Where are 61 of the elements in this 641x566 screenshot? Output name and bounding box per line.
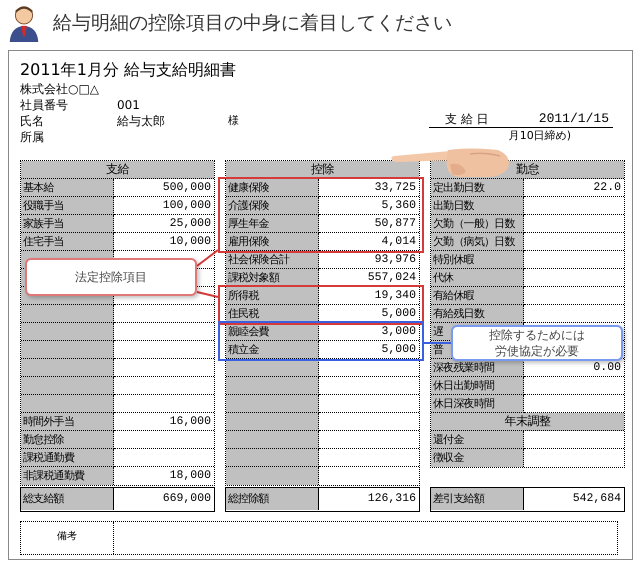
- table-cell: 住宅手当: [21, 233, 114, 251]
- pay-date-value: 2011/1/15: [538, 111, 609, 127]
- leader-line: [424, 342, 451, 344]
- table-cell: 22.0: [524, 179, 624, 197]
- table-cell: 代休: [431, 269, 524, 287]
- table-cell: 積立金: [226, 341, 319, 359]
- table-cell: 深夜残業時間: [431, 359, 524, 377]
- table-cell: 非課税通勤費: [21, 467, 114, 485]
- table-cell: 出勤日数: [431, 197, 524, 215]
- table-cell: 所得税: [226, 287, 319, 305]
- table-cell: 徴収金: [431, 449, 524, 467]
- table-cell: 課税通勤費: [21, 449, 114, 467]
- page-title: 給与明細の控除項目の中身に着目してください: [53, 11, 452, 36]
- table-cell: 健康保険: [226, 179, 319, 197]
- table-cell: 50,877: [319, 215, 419, 233]
- field-label: 社員番号: [20, 97, 69, 113]
- table-cell: 定出勤日数: [431, 179, 524, 197]
- table-cell: 5,000: [319, 341, 419, 359]
- table-cell: 16,000: [114, 413, 214, 431]
- table-cell: 特別休暇: [431, 251, 524, 269]
- pay-date-label: 支 給 日: [445, 111, 489, 127]
- company-name: 株式会社○□△: [20, 81, 100, 97]
- table-cell: 4,014: [319, 233, 419, 251]
- table-cell: 家族手当: [21, 215, 114, 233]
- table-cell: 介護保険: [226, 197, 319, 215]
- table-cell: 有給残日数: [431, 305, 524, 323]
- document-title: 2011年1月分 給与支給明細書: [20, 59, 237, 81]
- table-cell: 厚生年金: [226, 215, 319, 233]
- table-cell: 5,360: [319, 197, 419, 215]
- table-cell: 総控除額: [226, 488, 319, 510]
- table-cell: 雇用保険: [226, 233, 319, 251]
- table-cell: 有給休暇: [431, 287, 524, 305]
- table-cell: 休日出勤時間: [431, 377, 524, 395]
- field-value: 001: [117, 97, 141, 113]
- table-header: 支給: [21, 161, 214, 179]
- table-cell: 還付金: [431, 431, 524, 449]
- table-cell: 欠勤（病気）日数: [431, 233, 524, 251]
- leader-line: [196, 249, 219, 267]
- field-label: 所属: [20, 129, 45, 145]
- table-header: 年末調整: [431, 413, 624, 431]
- table-cell: 19,340: [319, 287, 419, 305]
- table-cell: 勤怠控除: [21, 431, 114, 449]
- table-cell: 休日深夜時間: [431, 395, 524, 413]
- table-cell: 総支給額: [21, 488, 114, 510]
- table-cell: 10,000: [114, 233, 214, 251]
- table-cell: 基本給: [21, 179, 114, 197]
- field-label: 氏名: [20, 113, 45, 129]
- table-cell: 差引支給額: [431, 488, 524, 510]
- leader-line: [196, 291, 218, 298]
- callout-text: 法定控除項目: [75, 269, 147, 285]
- table-cell: 時間外手当: [21, 413, 114, 431]
- table-cell: 欠勤（一般）日数: [431, 215, 524, 233]
- table-cell: 備考: [21, 522, 114, 554]
- honorific-text: 様: [228, 113, 239, 129]
- closing-date-note: 月10日締め): [508, 128, 572, 143]
- field-value: 給与太郎: [117, 113, 166, 129]
- table-cell: 500,000: [114, 179, 214, 197]
- table-cell: 100,000: [114, 197, 214, 215]
- table-cell: 役職手当: [21, 197, 114, 215]
- table-cell: 25,000: [114, 215, 214, 233]
- table-cell: 33,725: [319, 179, 419, 197]
